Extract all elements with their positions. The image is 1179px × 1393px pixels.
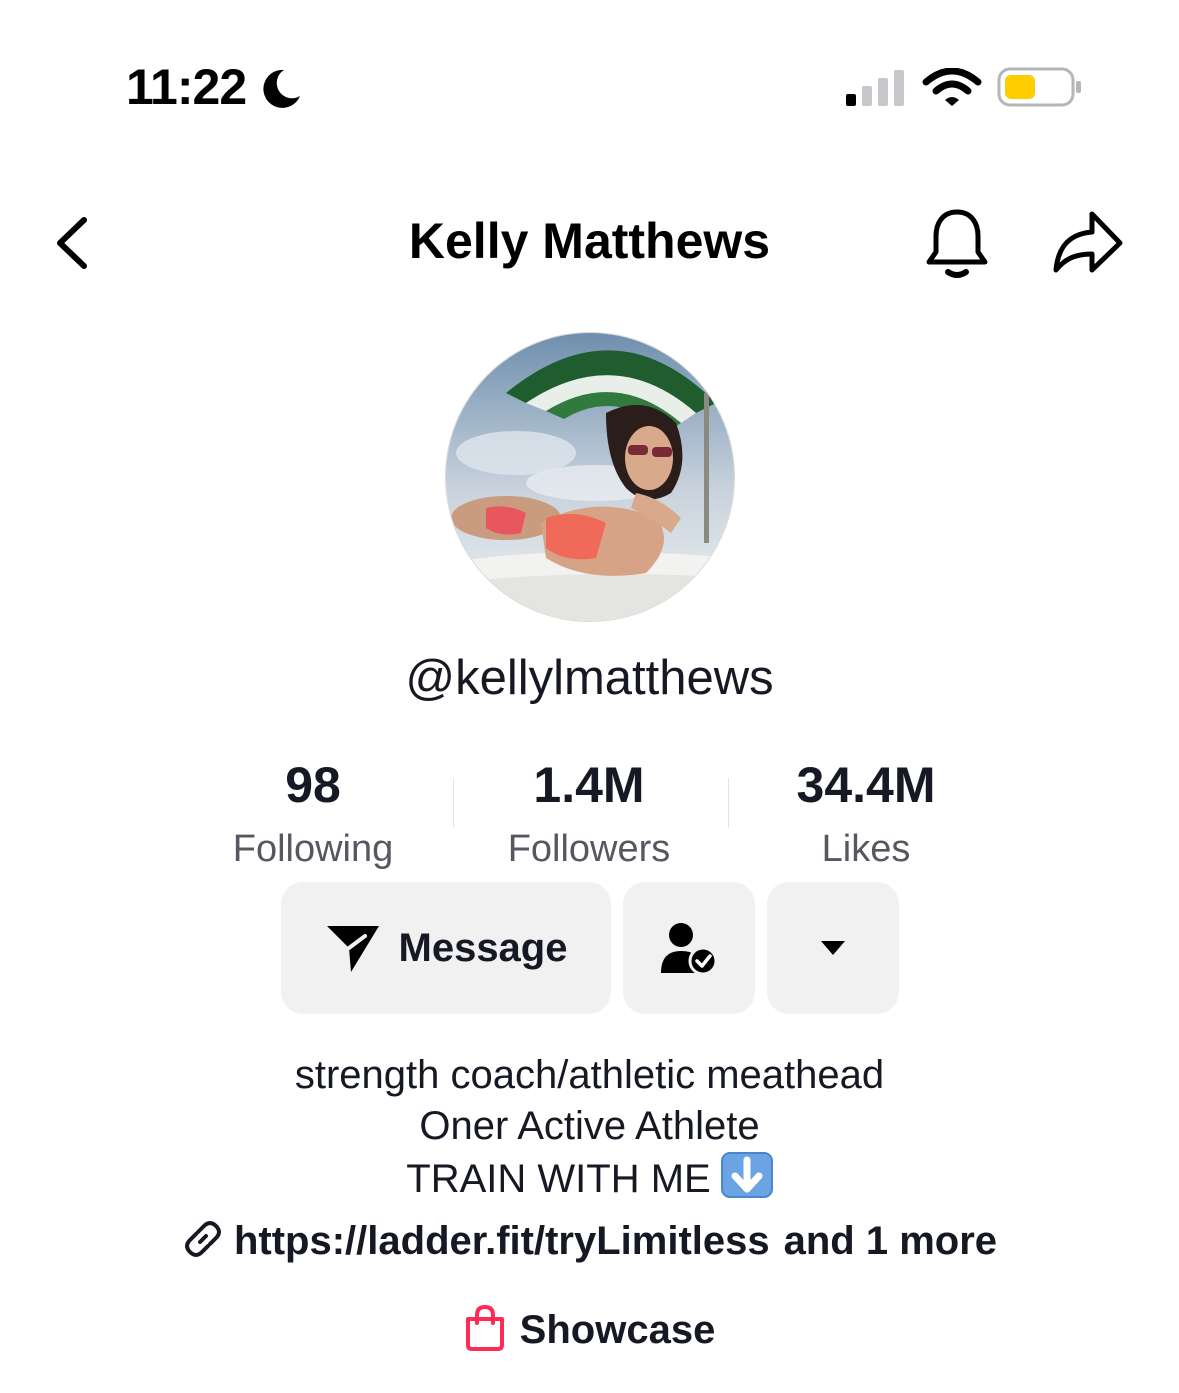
share-arrow-icon — [1053, 211, 1123, 273]
shopping-bag-icon — [465, 1304, 504, 1351]
bell-icon — [926, 209, 988, 278]
status-time: 11:22 — [126, 59, 247, 115]
bio-link-more[interactable]: and 1 more — [784, 1219, 997, 1263]
stat-likes[interactable]: 34.4M Likes — [736, 760, 996, 868]
notification-bell-button[interactable] — [922, 206, 992, 282]
showcase-label[interactable]: Showcase — [520, 1308, 716, 1352]
stat-value: 34.4M — [796, 757, 936, 813]
avatar[interactable] — [446, 333, 734, 621]
bio-link-url[interactable]: https://ladder.fit/tryLimitless — [234, 1219, 770, 1263]
moon-icon — [263, 69, 300, 108]
profile-title: Kelly Matthews — [408, 213, 771, 269]
profile-bio: strength coach/athletic meathead Oner Ac… — [0, 1050, 1179, 1205]
signal-icon — [846, 70, 904, 106]
stat-label: Followers — [507, 828, 671, 870]
stat-following[interactable]: 98 Following — [183, 760, 443, 868]
bio-link-row[interactable]: https://ladder.fit/tryLimitless and 1 mor… — [0, 1218, 1179, 1264]
message-button[interactable]: Message — [281, 882, 611, 1014]
avatar-photo — [446, 333, 734, 621]
stat-value: 1.4M — [533, 757, 645, 813]
stat-followers[interactable]: 1.4M Followers — [459, 760, 719, 868]
stat-value: 98 — [285, 757, 341, 813]
profile-username: @kellylmatthews — [405, 651, 774, 705]
caret-down-icon — [821, 941, 845, 955]
bio-line: strength coach/athletic meathead — [294, 1053, 885, 1097]
wifi-icon — [922, 68, 982, 106]
suggested-accounts-dropdown[interactable] — [767, 882, 899, 1014]
bio-line: Oner Active Athlete — [419, 1104, 760, 1148]
stat-label: Likes — [821, 828, 911, 870]
link-icon — [184, 1221, 221, 1257]
following-status-button[interactable] — [623, 882, 755, 1014]
stat-label: Following — [232, 828, 394, 870]
battery-icon — [997, 67, 1081, 107]
showcase-link[interactable]: Showcase — [0, 1304, 1179, 1353]
user-check-icon — [661, 923, 718, 975]
bio-line: TRAIN WITH ME — [406, 1157, 711, 1201]
bio-line-with-emoji: TRAIN WITH ME — [0, 1152, 1179, 1205]
share-button[interactable] — [1050, 208, 1126, 278]
message-button-label: Message — [398, 925, 568, 970]
stat-divider — [453, 778, 454, 828]
down-arrow-emoji-icon — [720, 1152, 773, 1198]
stat-divider — [728, 778, 729, 828]
send-icon — [326, 926, 379, 972]
